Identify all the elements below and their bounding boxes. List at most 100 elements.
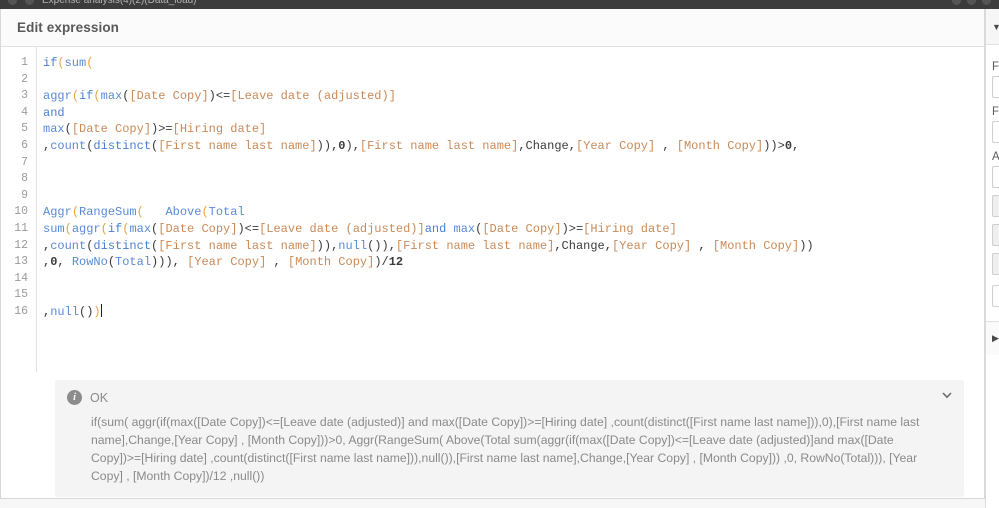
code-token: ( xyxy=(64,221,72,236)
chevron-down-icon[interactable]: ▼ xyxy=(992,22,999,32)
code-token: sum xyxy=(64,56,87,70)
code-line[interactable]: max([Date Copy])>=[Hiring date] xyxy=(43,121,984,138)
code-line[interactable]: ,0, RowNo(Total))), [Year Copy] , [Month… xyxy=(43,254,984,271)
line-number: 10 xyxy=(14,205,28,219)
code-line[interactable]: sum(aggr(if(max([Date Copy])<=[Leave dat… xyxy=(43,221,984,238)
code-token: ))> xyxy=(763,138,785,153)
close-icon[interactable] xyxy=(982,0,991,5)
code-line[interactable]: Aggr(RangeSum( Above(Total xyxy=(43,204,984,221)
line-number: 14 xyxy=(14,271,28,285)
code-token: , xyxy=(655,138,677,153)
code-token: count xyxy=(50,238,87,253)
code-token: RowNo xyxy=(71,255,108,270)
code-token: [Year Copy] xyxy=(611,238,692,253)
code-line[interactable]: ,null()) xyxy=(43,303,984,321)
line-number: 16 xyxy=(14,304,28,318)
code-token: [Hiring date] xyxy=(583,221,677,236)
chevron-down-icon[interactable] xyxy=(940,388,954,402)
panel-button[interactable] xyxy=(992,224,999,246)
code-token: ) xyxy=(561,221,569,236)
code-token: if xyxy=(79,89,94,104)
code-token: ( xyxy=(86,56,94,70)
panel-footer[interactable]: ▶ xyxy=(986,321,999,355)
code-token: max xyxy=(43,122,65,137)
code-token: ( xyxy=(57,56,65,70)
code-token: ( xyxy=(136,205,144,220)
code-token: 12 xyxy=(388,255,404,270)
code-line[interactable]: ,count(distinct([First name last name]))… xyxy=(43,138,984,155)
field-label: F xyxy=(992,106,999,118)
panel-button[interactable] xyxy=(992,253,999,275)
minimize-icon[interactable] xyxy=(952,0,961,5)
panel-button[interactable] xyxy=(992,195,999,217)
expression-editor[interactable]: 1 2 3 4 5 6 7 8 9 10 11 12 13 14 15 16 if(sum( aggr(if(… xyxy=(1,47,984,372)
line-number: 4 xyxy=(21,105,28,119)
line-number: 3 xyxy=(21,89,28,103)
code-line[interactable] xyxy=(43,72,984,89)
code-token: <= xyxy=(244,221,260,236)
code-line[interactable]: if(sum( xyxy=(43,55,984,72)
code-token: , xyxy=(266,255,288,270)
hamburger-icon[interactable] xyxy=(8,0,17,5)
code-token: ( xyxy=(64,122,72,137)
code-token: [First name last name] xyxy=(158,238,317,253)
edit-expression-dialog: Edit expression 1 2 3 4 5 6 7 8 9 10 11 12 13 14 15 16 … xyxy=(0,9,985,499)
code-line[interactable] xyxy=(43,271,984,288)
code-token: )) xyxy=(316,238,332,253)
code-token: ) xyxy=(93,304,101,319)
code-token: 0 xyxy=(784,138,793,153)
code-token: ) xyxy=(237,221,245,236)
field-input[interactable] xyxy=(992,121,999,143)
status-badge: OK xyxy=(90,390,109,405)
code-token: , xyxy=(604,238,612,253)
code-token: [First name last name] xyxy=(359,138,519,153)
code-token: , xyxy=(691,238,713,253)
properties-panel[interactable]: ▼ F F A ▶ xyxy=(985,9,999,508)
maximize-icon[interactable] xyxy=(967,0,976,5)
code-token: distinct xyxy=(93,238,152,253)
text-cursor xyxy=(100,303,102,317)
window-title-bar: Expense analysis(4)(2)(Data_load) xyxy=(0,0,999,9)
play-icon[interactable]: ▶ xyxy=(992,333,999,344)
code-line[interactable]: and xyxy=(43,105,984,122)
code-token: , xyxy=(518,138,526,153)
line-number: 5 xyxy=(21,122,28,136)
page-title: Edit expression xyxy=(17,20,120,35)
code-line[interactable] xyxy=(43,171,984,188)
code-token: () xyxy=(79,304,94,319)
code-token: [Hiring date] xyxy=(172,122,267,137)
dialog-header: Edit expression xyxy=(1,9,984,47)
field-input[interactable] xyxy=(992,285,999,307)
expression-preview: if(sum( aggr(if(max([Date Copy])<=[Leave… xyxy=(91,415,920,483)
code-token: Change xyxy=(561,238,605,253)
line-number: 1 xyxy=(21,56,28,69)
panel-collapse-bar[interactable]: ▼ xyxy=(986,9,999,45)
code-token: , xyxy=(554,238,562,253)
code-token: Aggr xyxy=(43,205,72,220)
code-token: [Leave date (adjusted)] xyxy=(230,89,396,104)
code-token: Total xyxy=(115,255,152,270)
code-token: [Date Copy] xyxy=(158,221,238,236)
line-number: 9 xyxy=(21,188,28,202)
code-line[interactable] xyxy=(43,188,984,205)
field-input[interactable] xyxy=(992,166,999,188)
code-line[interactable]: aggr(if(max([Date Copy])<=[Leave date (a… xyxy=(43,88,984,105)
validation-header: i OK xyxy=(67,390,930,405)
code-line[interactable] xyxy=(43,287,984,304)
panel-fields: F F A xyxy=(986,45,999,307)
code-token: )) xyxy=(799,238,814,253)
line-number: 11 xyxy=(14,221,28,235)
line-number: 13 xyxy=(14,255,28,269)
code-line[interactable] xyxy=(43,155,984,172)
code-token: [Year Copy] xyxy=(187,255,267,270)
code-token: and xyxy=(43,105,65,120)
field-label: F xyxy=(992,61,999,73)
code-token: aggr xyxy=(71,221,101,236)
field-input[interactable] xyxy=(992,76,999,98)
editor-code-area[interactable]: if(sum( aggr(if(max([Date Copy])<=[Leave… xyxy=(37,47,984,372)
line-number: 7 xyxy=(21,155,28,169)
code-token: ( xyxy=(71,205,80,220)
code-token: distinct xyxy=(93,138,152,153)
code-token: ))), xyxy=(151,255,188,270)
code-line[interactable]: ,count(distinct([First name last name]))… xyxy=(43,238,984,255)
